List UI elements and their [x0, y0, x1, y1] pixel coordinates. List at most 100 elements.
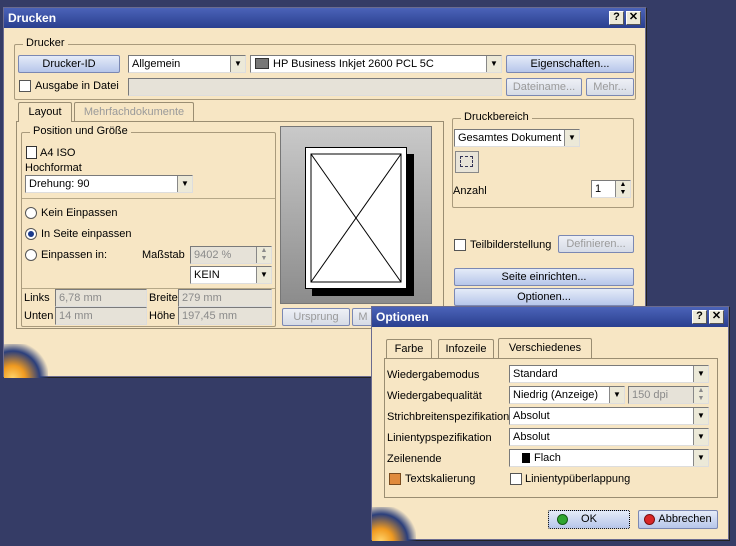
filename-button[interactable]: Dateiname...	[506, 78, 582, 96]
line-width-select[interactable]: Absolut ▼	[509, 407, 709, 425]
print-range-select[interactable]: Gesamtes Dokument ▼	[454, 129, 580, 147]
page-setup-button[interactable]: Seite einrichten...	[454, 268, 634, 286]
rotation-value: Drehung: 90	[29, 178, 90, 190]
bottom-label: Unten	[24, 310, 54, 322]
printer-category-select[interactable]: Allgemein ▼	[128, 55, 246, 73]
ok-label: OK	[581, 513, 597, 525]
chevron-down-icon[interactable]: ▼	[693, 366, 708, 382]
cancel-icon	[644, 514, 655, 525]
dpi-field[interactable]: 150 dpi ▲ ▼	[628, 386, 709, 404]
file-path-field	[128, 78, 502, 96]
planet-logo	[372, 507, 416, 541]
text-scaling-checkbox[interactable]	[389, 473, 401, 485]
chevron-down-icon[interactable]: ▼	[609, 387, 624, 403]
scale-unit-value: KEIN	[194, 269, 220, 281]
line-overlap-checkbox[interactable]	[510, 473, 522, 485]
height-field[interactable]: 197,45 mm	[178, 307, 272, 325]
chevron-down-icon[interactable]: ▼	[230, 56, 245, 72]
render-quality-value: Niedrig (Anzeige)	[513, 389, 598, 401]
fit-in-radio[interactable]	[25, 249, 37, 261]
text-scaling-label: Textskalierung	[405, 473, 476, 485]
tiling-checkbox[interactable]	[454, 239, 466, 251]
paper-format: A4 ISO	[40, 147, 76, 159]
options-dialog-title: Optionen	[376, 310, 429, 324]
fit-page-radio[interactable]	[25, 228, 37, 240]
tab-multiple-documents[interactable]: Mehrfachdokumente	[74, 102, 194, 122]
print-to-file-checkbox[interactable]	[19, 80, 31, 92]
height-label: Höhe	[149, 310, 176, 322]
document-icon	[26, 146, 37, 159]
line-overlap-label: Linientypüberlappung	[525, 473, 631, 485]
chevron-down-icon[interactable]: ▼	[693, 450, 708, 466]
planet-logo	[4, 344, 48, 378]
select-area-icon[interactable]	[455, 151, 479, 173]
print-dialog-title: Drucken	[8, 11, 57, 25]
position-size-label: Position und Größe	[30, 125, 131, 137]
printer-category-value: Allgemein	[132, 58, 181, 70]
chevron-down-icon[interactable]: ▼	[693, 429, 708, 445]
tab-color[interactable]: Farbe	[386, 339, 432, 359]
line-cap-value: Flach	[534, 452, 561, 464]
chevron-down-icon[interactable]: ▼	[256, 267, 271, 283]
print-dialog-titlebar: Drucken ? ✕	[4, 8, 645, 28]
printer-value: HP Business Inkjet 2600 PCL 5C	[273, 58, 434, 70]
divider	[22, 198, 275, 199]
copies-label: Anzahl	[453, 185, 487, 197]
printer-group-label: Drucker	[23, 37, 68, 49]
ok-button[interactable]: OK	[548, 510, 630, 529]
render-mode-select[interactable]: Standard ▼	[509, 365, 709, 383]
scale-field[interactable]: 9402 % ▲ ▼	[190, 246, 272, 264]
line-cap-label: Zeilenende	[387, 453, 442, 465]
scale-unit-select[interactable]: KEIN ▼	[190, 266, 272, 284]
help-button[interactable]: ?	[692, 310, 707, 324]
spinner-arrows-icon[interactable]: ▲ ▼	[615, 181, 630, 197]
preview-page	[305, 147, 407, 289]
left-field[interactable]: 6,78 mm	[55, 289, 147, 307]
flat-cap-icon	[522, 453, 530, 463]
render-quality-select[interactable]: Niedrig (Anzeige) ▼	[509, 386, 625, 404]
ok-icon	[557, 514, 568, 525]
printer-select[interactable]: HP Business Inkjet 2600 PCL 5C ▼	[250, 55, 502, 73]
close-button[interactable]: ✕	[709, 310, 724, 324]
origin-button[interactable]: Ursprung	[282, 308, 350, 326]
scale-value: 9402 %	[194, 249, 232, 261]
rotation-select[interactable]: Drehung: 90 ▼	[25, 175, 193, 193]
print-range-label: Druckbereich	[461, 111, 532, 123]
options-dialog: Optionen ? ✕ Farbe Infozeile Verschieden…	[371, 306, 729, 541]
options-dialog-titlebar: Optionen ? ✕	[372, 307, 728, 327]
cancel-label: Abbrechen	[658, 513, 712, 525]
width-field[interactable]: 279 mm	[178, 289, 272, 307]
spinner-arrows-icon[interactable]: ▲ ▼	[256, 247, 271, 263]
printer-id-button[interactable]: Drucker-ID	[18, 55, 120, 73]
cancel-button[interactable]: Abbrechen	[638, 510, 718, 529]
define-button[interactable]: Definieren...	[558, 235, 634, 253]
line-width-label: Strichbreitenspezifikation	[387, 411, 510, 423]
tab-info-line[interactable]: Infozeile	[438, 339, 494, 359]
left-label: Links	[24, 292, 50, 304]
no-fit-radio[interactable]	[25, 207, 37, 219]
chevron-down-icon[interactable]: ▼	[564, 130, 579, 146]
options-button[interactable]: Optionen...	[454, 288, 634, 306]
more-button[interactable]: Mehr...	[586, 78, 634, 96]
properties-button[interactable]: Eigenschaften...	[506, 55, 634, 73]
line-type-label: Linientypspezifikation	[387, 432, 492, 444]
tab-layout[interactable]: Layout	[18, 102, 72, 122]
help-button[interactable]: ?	[609, 11, 624, 25]
chevron-down-icon[interactable]: ▼	[693, 408, 708, 424]
print-range-value: Gesamtes Dokument	[458, 132, 562, 144]
copies-field[interactable]: 1 ▲ ▼	[591, 180, 631, 198]
line-cap-select[interactable]: Flach ▼	[509, 449, 709, 467]
bottom-field[interactable]: 14 mm	[55, 307, 147, 325]
chevron-down-icon[interactable]: ▼	[177, 176, 192, 192]
close-button[interactable]: ✕	[626, 11, 641, 25]
tiling-label: Teilbilderstellung	[470, 239, 552, 251]
fit-in-label: Einpassen in:	[41, 249, 108, 261]
spinner-arrows-icon[interactable]: ▲ ▼	[693, 387, 708, 403]
dpi-value: 150 dpi	[632, 389, 669, 401]
tab-miscellaneous[interactable]: Verschiedenes	[498, 338, 592, 358]
line-type-select[interactable]: Absolut ▼	[509, 428, 709, 446]
chevron-down-icon[interactable]: ▼	[486, 56, 501, 72]
fit-page-label: In Seite einpassen	[41, 228, 132, 240]
render-quality-label: Wiedergabequalität	[387, 390, 482, 402]
line-width-value: Absolut	[513, 410, 550, 422]
